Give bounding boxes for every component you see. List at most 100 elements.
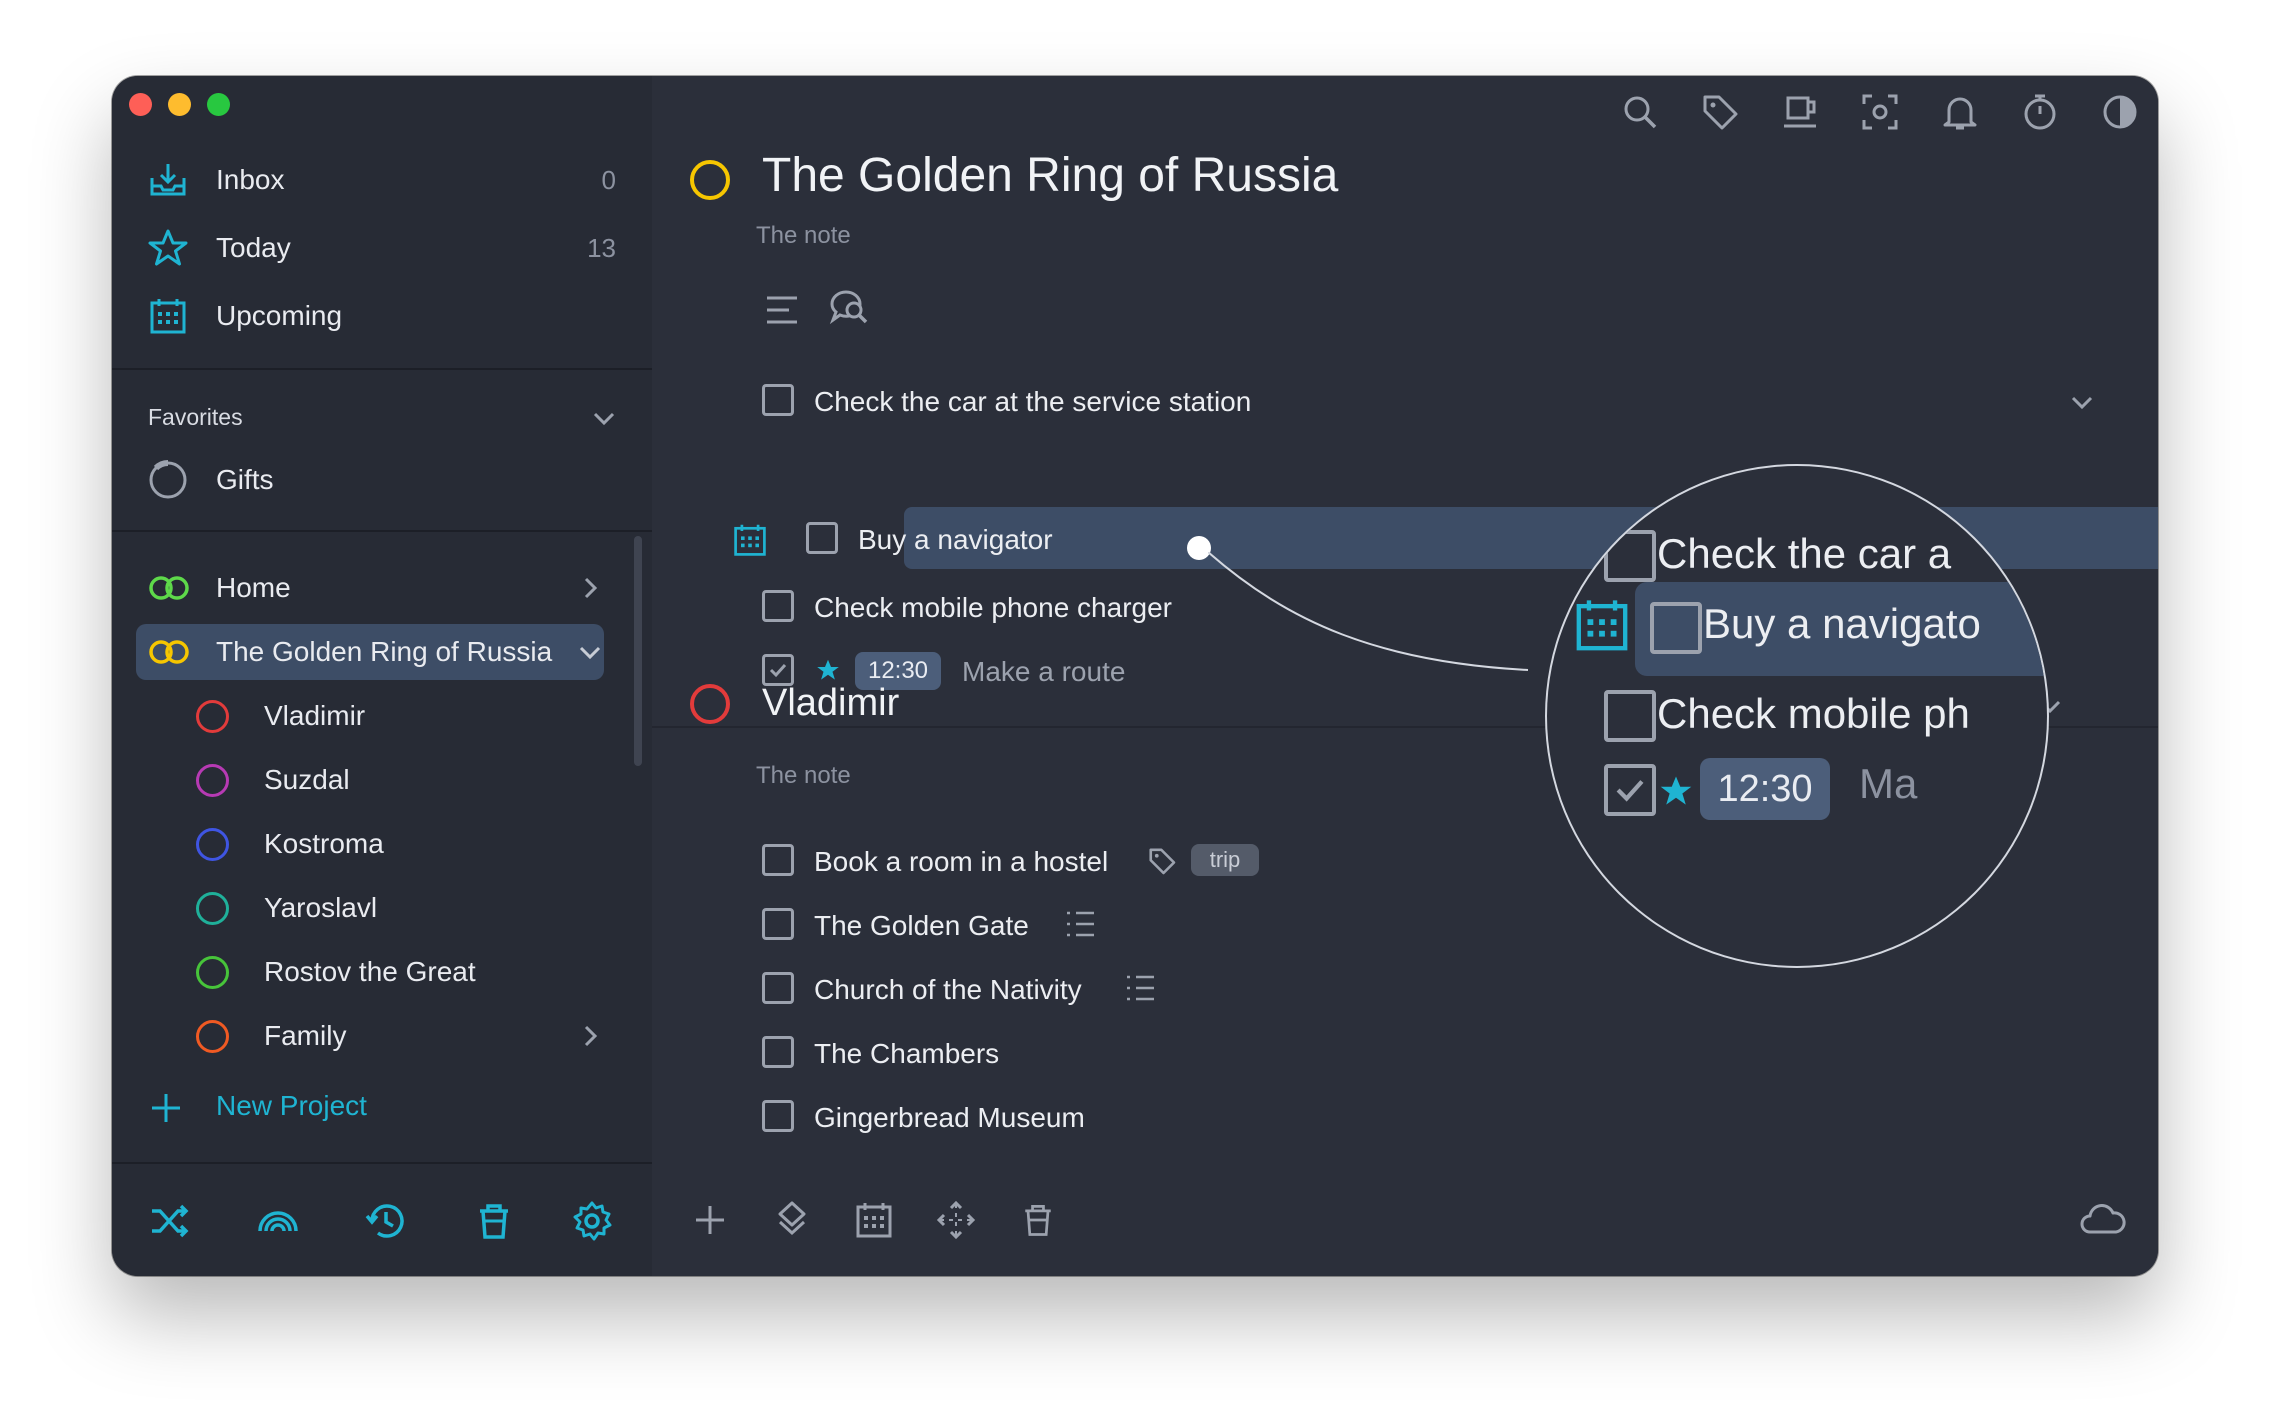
- task-checkbox[interactable]: [762, 844, 794, 876]
- project-ring-icon: [196, 828, 229, 861]
- magnifier-pointer-line: [1208, 552, 1529, 671]
- sidebar-item-kostroma[interactable]: Kostroma: [112, 814, 652, 874]
- area-rings-icon: [149, 576, 189, 600]
- sidebar-item-inbox[interactable]: Inbox 0: [112, 150, 652, 210]
- sidebar-item-gifts[interactable]: Gifts: [112, 450, 652, 510]
- star-icon: [148, 229, 188, 266]
- project-note[interactable]: The note: [756, 762, 851, 790]
- tag-icon[interactable]: [1700, 92, 1740, 132]
- chevron-right-icon[interactable]: [576, 574, 604, 602]
- task-title: Check the car at the service station: [814, 386, 1252, 417]
- task-title: Book a room in a hostel: [814, 846, 1109, 877]
- cloud-sync-icon[interactable]: [2078, 1200, 2126, 1240]
- trash-icon[interactable]: [1018, 1200, 1058, 1240]
- calendar-icon[interactable]: [854, 1200, 894, 1240]
- task-checkbox[interactable]: [806, 522, 838, 554]
- sidebar-item-count: 0: [601, 164, 616, 195]
- checkmark-icon: [769, 663, 787, 678]
- new-project-button[interactable]: New Project: [112, 1082, 652, 1132]
- task-checkbox[interactable]: [762, 384, 794, 416]
- sidebar-item-vladimir[interactable]: Vladimir: [112, 686, 652, 746]
- project-title: The Golden Ring of Russia: [762, 149, 1339, 202]
- shuffle-icon[interactable]: [148, 1199, 192, 1243]
- history-icon[interactable]: [364, 1199, 408, 1243]
- zoom-window-button[interactable]: [207, 93, 230, 116]
- task-checkbox[interactable]: [762, 972, 794, 1004]
- sidebar-item-suzdal[interactable]: Suzdal: [112, 750, 652, 810]
- task-title: Buy a navigator: [858, 524, 1053, 555]
- checklist-icon: [1067, 911, 1094, 937]
- sidebar-item-yaroslavl[interactable]: Yaroslavl: [112, 878, 652, 938]
- add-task-icon[interactable]: [690, 1200, 730, 1240]
- project-ring-icon: [196, 764, 229, 797]
- favorites-header: Favorites: [148, 404, 243, 430]
- task-title: The Chambers: [814, 1038, 1000, 1069]
- project-title: Vladimir: [762, 682, 900, 724]
- task-checkbox[interactable]: [762, 590, 794, 622]
- task-checkbox[interactable]: [762, 908, 794, 940]
- move-icon[interactable]: [936, 1200, 976, 1240]
- new-project-label: New Project: [216, 1090, 367, 1121]
- project-ring-icon: [196, 700, 229, 733]
- move-section-icon[interactable]: [772, 1200, 812, 1240]
- checkmark-icon: [1616, 780, 1644, 802]
- search-comments-icon[interactable]: [828, 288, 872, 328]
- sidebar-item-label: Rostov the Great: [264, 956, 476, 987]
- task-title: Make a route: [962, 656, 1126, 687]
- sidebar-item-label: Inbox: [216, 164, 285, 195]
- project-progress-icon[interactable]: [690, 160, 730, 200]
- coffee-icon[interactable]: [1780, 92, 1820, 132]
- tag-badge[interactable]: trip: [1191, 844, 1259, 876]
- plus-icon: [152, 1094, 180, 1122]
- sidebar-item-today[interactable]: Today 13: [112, 218, 652, 278]
- task-title: Church of the Nativity: [814, 974, 1082, 1005]
- task-title: The Golden Gate: [814, 910, 1029, 941]
- chevron-down-icon[interactable]: [590, 404, 618, 432]
- project-ring-icon: [196, 1020, 229, 1053]
- contrast-icon[interactable]: [2100, 92, 2140, 132]
- sidebar-item-label: Suzdal: [264, 764, 350, 795]
- task-title: Check mobile phone charger: [814, 592, 1172, 623]
- gear-icon[interactable]: [570, 1199, 614, 1243]
- magnified-text: Check the car a: [1657, 530, 1952, 577]
- list-view-icon[interactable]: [764, 292, 800, 328]
- inbox-icon: [150, 164, 186, 196]
- sidebar-item-family[interactable]: Family: [112, 1006, 652, 1066]
- project-note[interactable]: The note: [756, 222, 851, 250]
- sidebar-item-golden-ring[interactable]: The Golden Ring of Russia: [112, 622, 652, 682]
- project-progress-icon[interactable]: [690, 684, 730, 724]
- task-checkbox: [1650, 602, 1702, 654]
- magnified-content: Check the car a Buy a navigato Check mob…: [1547, 466, 2047, 966]
- tag-icon: [1149, 848, 1176, 875]
- bell-icon[interactable]: [1940, 92, 1980, 132]
- chevron-down-icon[interactable]: [2068, 388, 2096, 416]
- calendar-icon[interactable]: [732, 522, 768, 558]
- sidebar-item-rostov[interactable]: Rostov the Great: [112, 942, 652, 1002]
- focus-icon[interactable]: [1860, 92, 1900, 132]
- task-checkbox[interactable]: [762, 1036, 794, 1068]
- task-checkbox[interactable]: [762, 1100, 794, 1132]
- sidebar-footer: [112, 1162, 652, 1276]
- chevron-right-icon[interactable]: [576, 1022, 604, 1050]
- calendar-icon: [1576, 600, 1628, 651]
- sidebar-scrollbar[interactable]: [634, 536, 642, 766]
- chevron-down-icon[interactable]: [576, 638, 604, 666]
- sidebar-item-home[interactable]: Home: [112, 558, 652, 618]
- divider: [112, 368, 652, 370]
- project-ring-icon: [196, 956, 229, 989]
- trash-icon[interactable]: [472, 1199, 516, 1243]
- task-title: Gingerbread Museum: [814, 1102, 1085, 1133]
- close-window-button[interactable]: [129, 93, 152, 116]
- rainbow-icon[interactable]: [256, 1199, 300, 1243]
- divider: [112, 530, 652, 532]
- magnifier-overlay: Check the car a Buy a navigato Check mob…: [1547, 466, 2047, 966]
- star-icon: [1660, 776, 1692, 805]
- task-checkbox-checked: [1604, 764, 1656, 816]
- window-controls: [129, 93, 230, 116]
- minimize-window-button[interactable]: [168, 93, 191, 116]
- timer-icon[interactable]: [2020, 92, 2060, 132]
- sidebar-item-label: Home: [216, 572, 291, 603]
- sidebar-item-upcoming[interactable]: Upcoming: [112, 286, 652, 346]
- search-icon[interactable]: [1620, 92, 1660, 132]
- magnified-text: Check mobile ph: [1657, 690, 1970, 737]
